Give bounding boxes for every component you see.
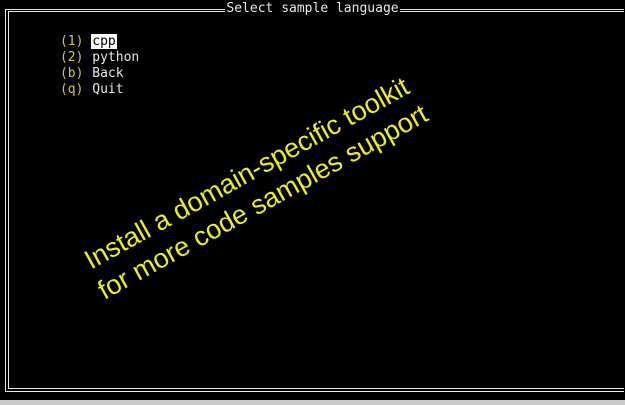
menu-item-label: Quit [92,82,124,97]
language-menu: (1) cpp (2) python (b) Back (q) Quit [13,18,140,97]
window-bottom-edge [0,400,625,405]
menu-item-label: python [92,50,140,65]
dialog-title-bar: Select sample language [0,1,625,17]
menu-item-cpp[interactable]: (1) cpp [13,18,140,49]
menu-item-key: (1) [59,34,84,49]
dialog-title: Select sample language [225,1,400,16]
terminal-screen: Select sample language (1) cpp (2) pytho… [0,0,625,400]
menu-item-label: cpp [91,34,117,49]
menu-item-key: (2) [59,50,84,65]
menu-item-key: (b) [59,66,84,81]
menu-item-key: (q) [59,82,84,97]
menu-item-label: Back [92,66,124,81]
